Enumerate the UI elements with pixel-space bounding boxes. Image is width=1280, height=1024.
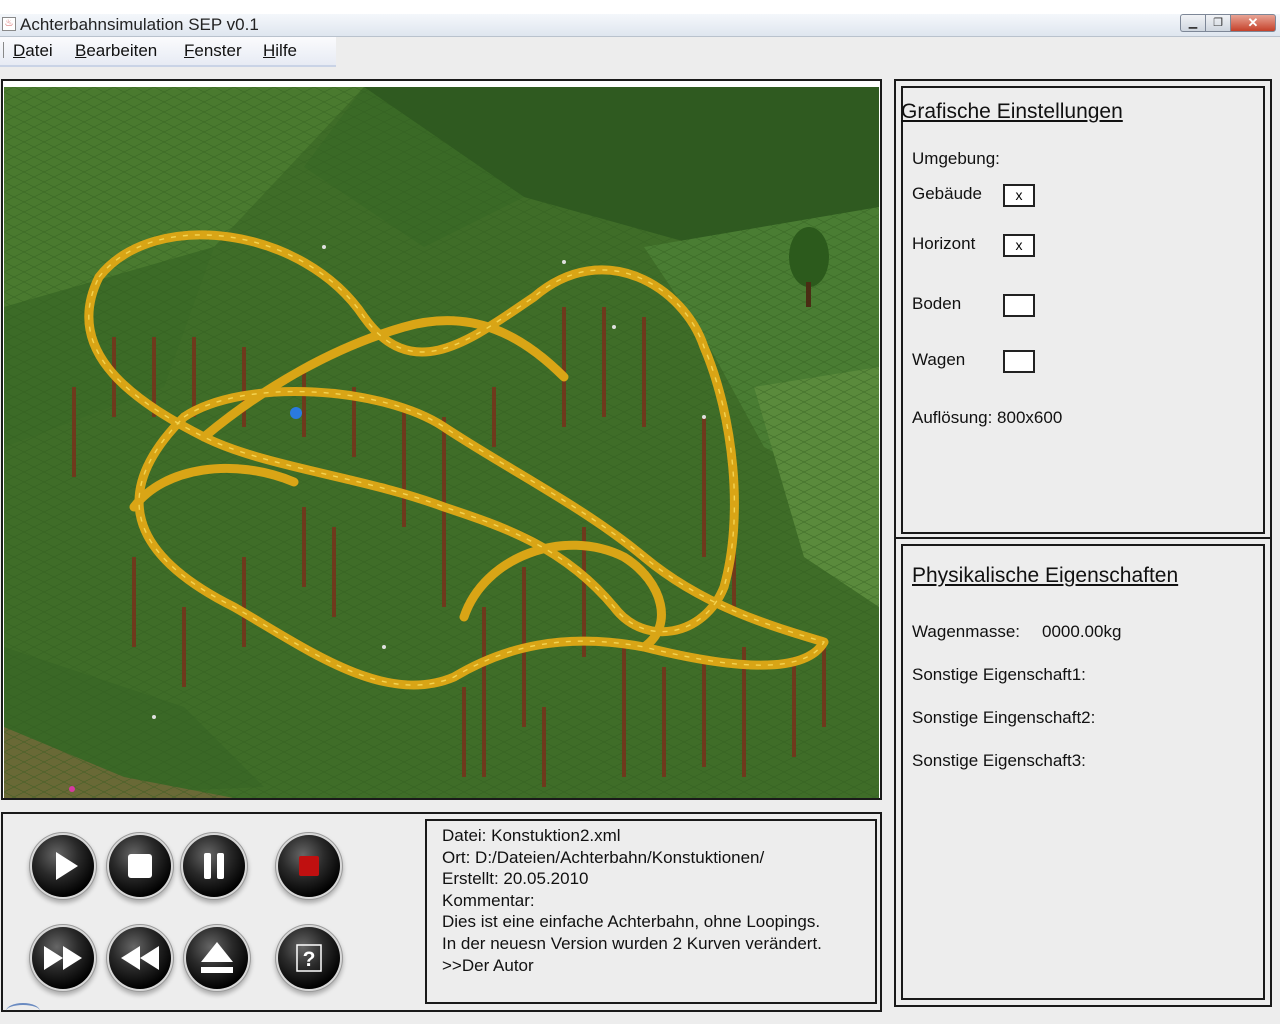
play-icon — [56, 852, 78, 880]
graphics-settings-inner: Grafische Einstellungen Umgebung: Gebäud… — [901, 86, 1265, 534]
rewind-icon — [121, 946, 159, 970]
horizon-checkbox[interactable]: x — [1003, 234, 1035, 257]
menu-bearbeiten[interactable]: Bearbeiten — [75, 41, 157, 61]
wagon-label: Wagen — [912, 350, 966, 369]
help-icon: ? — [296, 944, 322, 972]
stop-icon — [128, 854, 152, 878]
info-location: Ort: D:/Dateien/Achterbahn/Konstuktionen… — [442, 847, 765, 867]
pause-button[interactable] — [183, 835, 245, 897]
info-file: Datei: Konstuktion2.xml — [442, 826, 621, 845]
corner-decoration — [6, 1003, 40, 1019]
eject-icon — [201, 942, 233, 973]
other-property-1: Sonstige Eigenschaft1: — [912, 665, 1086, 684]
java-app-icon: ♨ — [2, 17, 16, 31]
menu-separator — [3, 42, 4, 58]
buildings-checkbox[interactable]: x — [1003, 184, 1035, 207]
pause-icon — [204, 853, 224, 879]
menu-datei[interactable]: Datei — [13, 41, 53, 61]
physics-panel: Physikalische Eigenschaften Wagenmasse: … — [894, 537, 1272, 1007]
minimize-button[interactable]: ▁ — [1180, 14, 1205, 32]
wagon-mass-value: 0000.00kg — [1042, 622, 1122, 641]
record-icon — [299, 856, 319, 876]
fast-forward-button[interactable] — [32, 927, 94, 989]
info-comment-line-1: Dies ist eine einfache Achterbahn, ohne … — [442, 912, 821, 932]
window-title: Achterbahnsimulation SEP v0.1 — [20, 15, 259, 34]
close-button[interactable]: ✕ — [1230, 14, 1276, 32]
graphics-settings-panel: Grafische Einstellungen Umgebung: Gebäud… — [894, 79, 1272, 541]
info-comment-line-2: In der neuesn Version wurden 2 Kurven ve… — [442, 933, 822, 953]
other-property-3: Sonstige Eigenschaft3: — [912, 751, 1086, 770]
wagon-checkbox[interactable] — [1003, 350, 1035, 373]
info-author: >>Der Autor — [442, 955, 534, 975]
other-property-2: Sonstige Eingenschaft2: — [912, 708, 1096, 727]
record-button[interactable] — [278, 835, 340, 897]
menu-fenster[interactable]: Fenster — [184, 41, 242, 61]
play-button[interactable] — [32, 835, 94, 897]
buildings-label: Gebäude — [912, 184, 982, 203]
menu-bar: Datei Bearbeiten Fenster Hilfe — [0, 37, 336, 67]
wagon-mass-label: Wagenmasse: — [912, 622, 1021, 641]
title-bar: ♨ Achterbahnsimulation SEP v0.1 ▁ ❐ ✕ — [0, 14, 1280, 37]
fast-forward-icon — [44, 946, 82, 970]
ground-label: Boden — [912, 294, 962, 313]
physics-heading: Physikalische Eigenschaften — [912, 564, 1179, 587]
menu-hilfe[interactable]: Hilfe — [263, 41, 297, 61]
restore-button[interactable]: ❐ — [1205, 14, 1230, 32]
help-button[interactable]: ? — [278, 927, 340, 989]
roller-coaster-scene[interactable] — [4, 87, 879, 798]
ground-checkbox[interactable] — [1003, 294, 1035, 317]
rewind-button[interactable] — [109, 927, 171, 989]
eject-button[interactable] — [186, 927, 248, 989]
info-created: Erstellt: 20.05.2010 — [442, 869, 589, 889]
client-area: Datei Bearbeiten Fenster Hilfe Grafische… — [0, 37, 1280, 1024]
svg-text:?: ? — [303, 948, 316, 971]
physics-inner: Physikalische Eigenschaften Wagenmasse: … — [901, 544, 1265, 1000]
resolution-label: Auflösung: 800x600 — [912, 408, 1063, 427]
environment-label: Umgebung: — [912, 149, 1000, 168]
window-controls: ▁ ❐ ✕ — [1180, 14, 1276, 32]
playback-controls-panel: ? Datei: Konstuktion2.xml Ort: D:/Dateie… — [1, 812, 882, 1012]
info-comment-label: Kommentar: — [442, 890, 535, 910]
file-info-box: Datei: Konstuktion2.xml Ort: D:/Dateien/… — [425, 819, 877, 1004]
stop-button[interactable] — [109, 835, 171, 897]
simulation-viewport[interactable] — [1, 79, 882, 800]
graphics-settings-heading: Grafische Einstellungen — [901, 100, 1123, 123]
horizon-label: Horizont — [912, 234, 976, 253]
